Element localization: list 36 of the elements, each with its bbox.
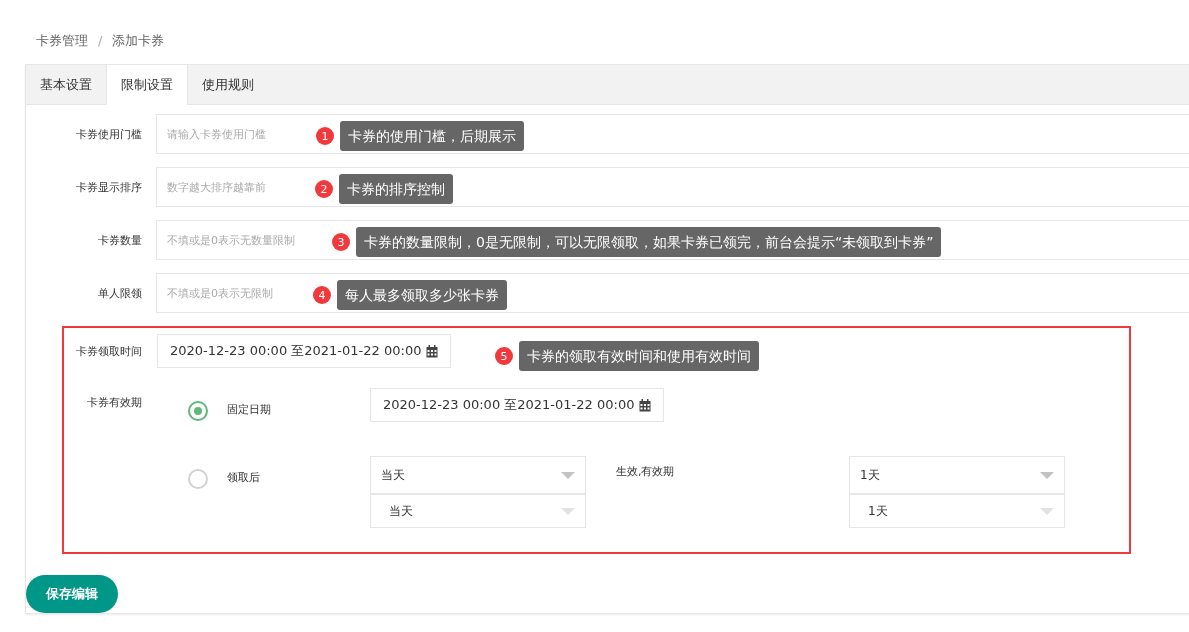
caret-icon	[561, 507, 575, 515]
field-label: 卡券使用门槛	[75, 126, 142, 142]
radio-button[interactable]	[188, 401, 208, 421]
field-label: 卡券显示排序	[75, 179, 142, 195]
field-label: 卡券领取时间	[75, 343, 142, 359]
number-badge: 5	[495, 347, 513, 365]
caret-icon	[1040, 507, 1054, 515]
field-label: 卡券数量	[97, 232, 142, 248]
dropdown-select[interactable]: 当天	[370, 456, 586, 494]
tab[interactable]: 使用规则	[188, 65, 268, 104]
tab[interactable]: 基本设置	[26, 65, 106, 104]
breadcrumb-item: 添加卡券	[112, 31, 165, 50]
calendar-icon	[426, 344, 439, 358]
breadcrumb-separator: /	[98, 33, 103, 48]
field-label: 卡券有效期	[86, 395, 142, 411]
annotation-tooltip: 卡券的领取有效时间和使用有效时间	[519, 341, 759, 371]
breadcrumb-item[interactable]: 卡券管理	[36, 31, 88, 50]
date-range-field[interactable]: 2020-12-23 00:00 至2021-01-22 00:00	[157, 334, 452, 368]
dropdown-select[interactable]: 1天	[849, 494, 1065, 528]
option-label: 领取后	[227, 470, 261, 485]
dropdown-select[interactable]: 当天	[370, 494, 586, 528]
annotation-tooltip: 卡券的使用门槛，后期展示	[340, 121, 524, 151]
save-button[interactable]: 保存编辑	[26, 575, 118, 613]
caret-icon	[1040, 471, 1054, 479]
dropdown-select[interactable]: 1天	[849, 456, 1065, 494]
annotation-tooltip: 卡券的排序控制	[339, 174, 453, 204]
tab[interactable]: 限制设置	[106, 65, 188, 105]
field-label: 单人限领	[97, 285, 142, 301]
field-label: 生效,有效期	[616, 464, 676, 479]
radio-button[interactable]	[188, 469, 208, 489]
calendar-icon	[639, 398, 652, 412]
option-label: 固定日期	[227, 402, 272, 417]
caret-icon	[561, 471, 575, 479]
annotation-tooltip: 卡券的数量限制，0是无限制，可以无限领取，如果卡券已领完，前台会提示“未领取到卡券”	[356, 227, 942, 257]
date-range-field[interactable]: 2020-12-23 00:00 至2021-01-22 00:00	[370, 388, 665, 422]
annotation-tooltip: 每人最多领取多少张卡券	[337, 280, 507, 310]
